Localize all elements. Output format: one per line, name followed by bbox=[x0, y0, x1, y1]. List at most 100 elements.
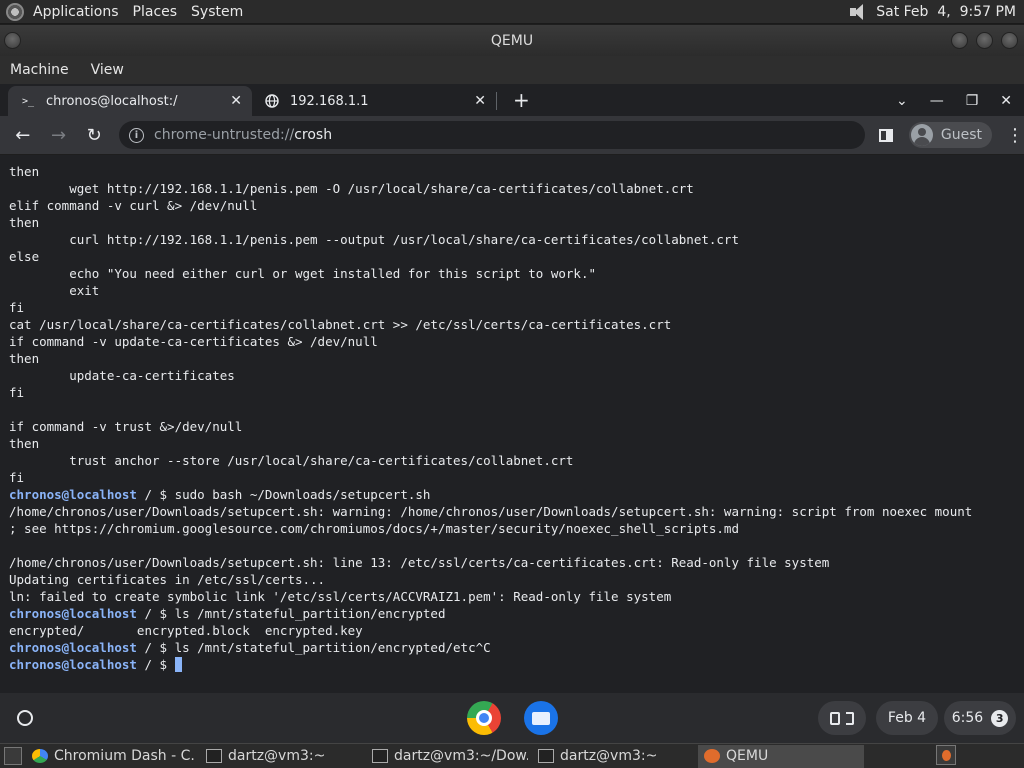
terminal-line: /home/chronos/user/Downloads/setupcert.s… bbox=[9, 503, 1024, 520]
terminal-line: then bbox=[9, 435, 1024, 452]
terminal-line: chronos@localhost / $ ls /mnt/stateful_p… bbox=[9, 605, 1024, 622]
site-info-icon[interactable]: i bbox=[129, 127, 145, 143]
taskbar-item-terminal-2[interactable]: dartz@vm3:~/Dow... bbox=[366, 745, 528, 768]
terminal-line: then bbox=[9, 163, 1024, 180]
taskbar-item-terminal-3[interactable]: dartz@vm3:~ bbox=[532, 745, 694, 768]
terminal-line: chronos@localhost / $ ls /mnt/stateful_p… bbox=[9, 639, 1024, 656]
qemu-titlebar[interactable]: QEMU bbox=[0, 25, 1024, 56]
holding-space-button[interactable] bbox=[818, 701, 866, 735]
window-title: QEMU bbox=[490, 32, 534, 49]
line-text: exit bbox=[9, 283, 100, 298]
line-text: / $ ls /mnt/stateful_partition/encrypted… bbox=[136, 640, 491, 655]
panel-clock[interactable]: Sat Feb 4, 9:57 PM bbox=[876, 4, 1016, 20]
launcher-icon[interactable] bbox=[10, 703, 40, 733]
volume-icon[interactable] bbox=[848, 3, 868, 21]
terminal-line: update-ca-certificates bbox=[9, 367, 1024, 384]
profile-label: Guest bbox=[940, 127, 982, 143]
line-text: /home/chronos/user/Downloads/setupcert.s… bbox=[9, 555, 830, 570]
tab-separator bbox=[496, 92, 497, 110]
terminal-output[interactable]: then wget http://192.168.1.1/penis.pem -… bbox=[0, 155, 1024, 693]
system-menu[interactable]: System bbox=[191, 4, 243, 20]
terminal-line: Updating certificates in /etc/ssl/certs.… bbox=[9, 571, 1024, 588]
line-text: / $ sudo bash ~/Downloads/setupcert.sh bbox=[136, 487, 431, 502]
line-text: curl http://192.168.1.1/penis.pem --outp… bbox=[9, 232, 739, 247]
places-menu[interactable]: Places bbox=[133, 4, 178, 20]
line-text: then bbox=[9, 351, 40, 366]
chrome-restore-icon[interactable]: ❐ bbox=[966, 93, 979, 109]
line-text: fi bbox=[9, 300, 25, 315]
view-menu[interactable]: View bbox=[91, 62, 124, 78]
terminal-line: elif command -v curl &> /dev/null bbox=[9, 197, 1024, 214]
machine-menu[interactable]: Machine bbox=[10, 62, 69, 78]
close-window-button[interactable] bbox=[1001, 32, 1018, 49]
line-text: then bbox=[9, 436, 40, 451]
task-label: QEMU bbox=[726, 748, 769, 764]
terminal-line: curl http://192.168.1.1/penis.pem --outp… bbox=[9, 231, 1024, 248]
line-text: wget http://192.168.1.1/penis.pem -O /us… bbox=[9, 181, 694, 196]
line-text: update-ca-certificates bbox=[9, 368, 235, 383]
tab-search-chevron-icon[interactable]: ⌄ bbox=[896, 93, 908, 109]
chrome-app-icon[interactable] bbox=[467, 701, 501, 735]
tab-router[interactable]: 192.168.1.1 ✕ bbox=[252, 86, 496, 116]
qemu-icon bbox=[704, 749, 720, 763]
reload-icon[interactable]: ↻ bbox=[79, 120, 109, 150]
maximize-button[interactable] bbox=[976, 32, 993, 49]
globe-icon bbox=[264, 93, 280, 109]
guest-avatar-icon bbox=[910, 124, 933, 146]
line-text: else bbox=[9, 249, 40, 264]
prompt-user: chronos@localhost bbox=[9, 487, 137, 502]
taskbar-item-chromium-dash[interactable]: Chromium Dash - C... bbox=[26, 745, 196, 768]
task-label: dartz@vm3:~ bbox=[560, 748, 658, 764]
date-tray[interactable]: Feb 4 bbox=[876, 701, 938, 735]
line-text: echo "You need either curl or wget insta… bbox=[9, 266, 596, 281]
line-text: cat /usr/local/share/ca-certificates/col… bbox=[9, 317, 672, 332]
taskbar-item-qemu[interactable]: QEMU bbox=[698, 744, 864, 768]
more-menu-icon[interactable]: ⋮ bbox=[1006, 125, 1024, 146]
terminal-line: then bbox=[9, 214, 1024, 231]
files-app-icon[interactable] bbox=[524, 701, 558, 735]
line-text: fi bbox=[9, 470, 25, 485]
terminal-line: fi bbox=[9, 299, 1024, 316]
shelf-date: Feb 4 bbox=[887, 710, 927, 726]
status-tray[interactable]: 6:56 3 bbox=[944, 701, 1016, 735]
terminal-line: /home/chronos/user/Downloads/setupcert.s… bbox=[9, 554, 1024, 571]
line-text: then bbox=[9, 215, 40, 230]
taskbar-item-terminal-1[interactable]: dartz@vm3:~ bbox=[200, 745, 362, 768]
terminal-icon: >_ bbox=[21, 95, 35, 107]
terminal-line: then bbox=[9, 350, 1024, 367]
show-desktop-icon[interactable] bbox=[4, 747, 22, 765]
line-text: Updating certificates in /etc/ssl/certs.… bbox=[9, 572, 326, 587]
qemu-menubar: Machine View bbox=[0, 56, 1024, 84]
applications-menu[interactable]: Applications bbox=[33, 4, 119, 20]
chrome-close-icon[interactable]: ✕ bbox=[1000, 93, 1012, 109]
profile-button[interactable]: Guest bbox=[908, 122, 992, 148]
terminal-line: encrypted/ encrypted.block encrypted.key bbox=[9, 622, 1024, 639]
top-panel: Applications Places System Sat Feb 4, 9:… bbox=[0, 0, 1024, 24]
forward-arrow-icon[interactable]: → bbox=[44, 120, 74, 150]
terminal-icon bbox=[206, 749, 222, 763]
line-text: /home/chronos/user/Downloads/setupcert.s… bbox=[9, 504, 973, 519]
url-host: crosh bbox=[294, 127, 333, 143]
url-scheme: chrome-untrusted:// bbox=[154, 127, 295, 143]
minimize-button[interactable] bbox=[951, 32, 968, 49]
close-tab-icon[interactable]: ✕ bbox=[474, 93, 486, 109]
line-text: if command -v trust &>/dev/null bbox=[9, 419, 243, 434]
back-arrow-icon[interactable]: ← bbox=[8, 120, 38, 150]
terminal-line: chronos@localhost / $ bbox=[9, 656, 1024, 673]
side-panel-icon[interactable] bbox=[878, 128, 893, 142]
terminal-icon bbox=[372, 749, 388, 763]
address-bar[interactable]: i chrome-untrusted://crosh bbox=[119, 121, 865, 149]
chrome-minimize-icon[interactable]: — bbox=[930, 93, 944, 109]
gnome-logo-icon[interactable] bbox=[6, 2, 24, 21]
tab-crosh[interactable]: >_ chronos@localhost:/ ✕ bbox=[8, 86, 252, 116]
chrome-tab-strip: >_ chronos@localhost:/ ✕ 192.168.1.1 ✕ +… bbox=[0, 84, 1024, 116]
task-label: dartz@vm3:~/Dow... bbox=[394, 748, 528, 764]
qemu-tray-icon[interactable] bbox=[936, 745, 956, 765]
window-menu-button[interactable] bbox=[4, 32, 21, 49]
line-text: / $ ls /mnt/stateful_partition/encrypted bbox=[136, 606, 446, 621]
line-text: fi bbox=[9, 385, 25, 400]
terminal-line: if command -v update-ca-certificates &> … bbox=[9, 333, 1024, 350]
tab-title: 192.168.1.1 bbox=[290, 93, 369, 109]
close-tab-icon[interactable]: ✕ bbox=[230, 93, 242, 109]
new-tab-plus-icon[interactable]: + bbox=[513, 88, 530, 112]
